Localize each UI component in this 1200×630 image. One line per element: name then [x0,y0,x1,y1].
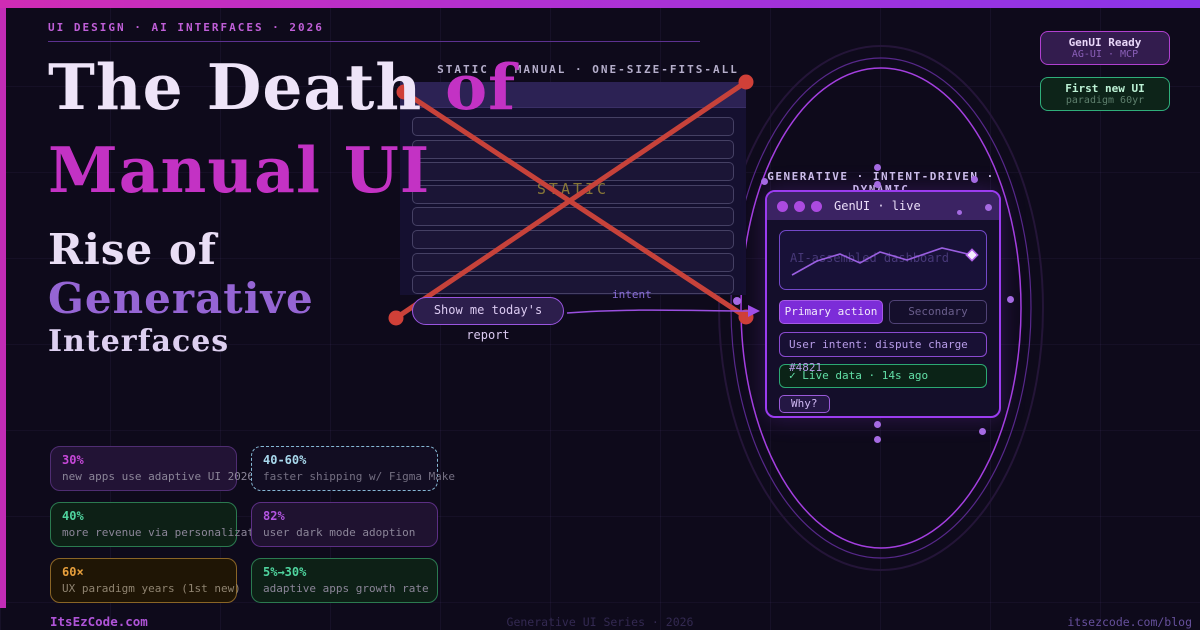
stat-value: 82% [263,509,426,523]
badge-first-title: First new UI [1041,82,1169,95]
stat-adaptive-ui: 30% new apps use adaptive UI 2026 [50,446,237,491]
stat-value: 40% [62,509,225,523]
stats-grid: 30% new apps use adaptive UI 2026 40-60%… [50,446,438,603]
badge-first-subtitle: paradigm 60yr [1041,95,1169,106]
headline-rise: Rise of [48,226,518,274]
left-accent-strip [0,8,6,608]
badge-genui-subtitle: AG-UI · MCP [1041,49,1169,60]
badge-genui-ready: GenUI Ready AG-UI · MCP [1040,31,1170,65]
stat-label: faster shipping w/ Figma Make [263,470,426,483]
particle-dot [985,204,992,211]
stat-label: adaptive apps growth rate [263,582,426,595]
stat-dark-mode: 82% user dark mode adoption [251,502,438,547]
headline-interfaces: Interfaces [48,324,518,360]
stat-label: user dark mode adoption [263,526,426,539]
stat-label: UX paradigm years (1st new) [62,582,225,595]
stat-growth-rate: 5%→30% adaptive apps growth rate [251,558,438,603]
particle-dot [874,164,881,171]
live-data-badge: ✓ Live data · 14s ago [779,364,987,388]
genui-window-title: GenUI · live [834,199,921,213]
stat-label: more revenue via personalization [62,526,225,539]
particle-dot [874,421,881,428]
stat-label: new apps use adaptive UI 2026 [62,470,225,483]
user-intent-field[interactable]: User intent: dispute charge #4821 [779,332,987,357]
stat-value: 5%→30% [263,565,426,579]
window-dot-icon [811,201,822,212]
genui-titlebar: GenUI · live [767,192,999,220]
stat-value: 60× [62,565,225,579]
particle-dot [979,428,986,435]
badge-genui-title: GenUI Ready [1041,36,1169,49]
genui-body: AI-assembled dashboard Primary action Se… [767,220,999,413]
primary-action-button[interactable]: Primary action [779,300,883,324]
intent-prompt-button[interactable]: Show me today's report [412,297,564,325]
eyebrow-divider [48,41,700,42]
particle-dot [957,210,962,215]
why-button[interactable]: Why? [779,395,830,413]
intent-arrow-label: intent [612,288,652,301]
genui-window: GenUI · live AI-assembled dashboard Prim… [765,190,1001,418]
badge-first-paradigm: First new UI paradigm 60yr [1040,77,1170,111]
series-caption: Generative UI Series · 2026 [0,615,1200,629]
secondary-action-button[interactable]: Secondary [889,300,987,324]
stat-paradigm-years: 60× UX paradigm years (1st new) [50,558,237,603]
blog-link[interactable]: itsezcode.com/blog [1067,615,1192,629]
stat-faster-shipping: 40-60% faster shipping w/ Figma Make [251,446,438,491]
particle-dot [874,181,881,188]
social-card: UI DESIGN · AI INTERFACES · 2026 The Dea… [0,0,1200,630]
headline-death: The Death [48,50,445,124]
particle-dot [1007,296,1014,303]
stat-more-revenue: 40% more revenue via personalization [50,502,237,547]
sparkline-chart [780,231,988,288]
particle-dot [874,436,881,443]
top-accent-strip [0,0,1200,8]
window-dot-icon [777,201,788,212]
dashboard-panel: AI-assembled dashboard [779,230,987,290]
particle-dot [971,176,978,183]
stat-value: 40-60% [263,453,426,467]
window-dot-icon [794,201,805,212]
eyebrow-kicker: UI DESIGN · AI INTERFACES · 2026 [48,21,324,34]
stat-value: 30% [62,453,225,467]
particle-dot [761,178,768,185]
